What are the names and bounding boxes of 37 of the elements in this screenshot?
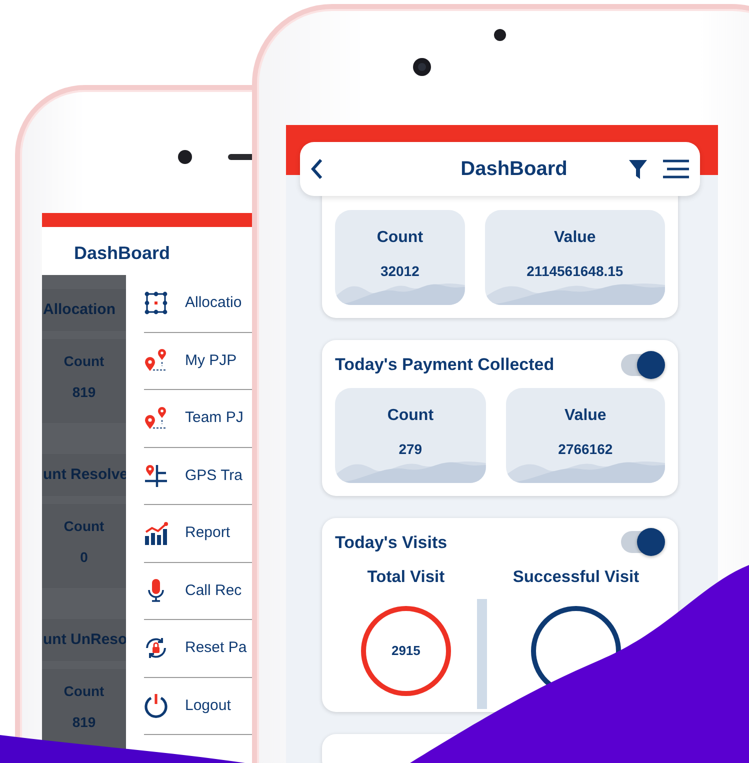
- card-title: unt Resolve: [42, 454, 126, 496]
- stat-label: Count: [387, 406, 434, 426]
- stat-label: Value: [564, 406, 606, 426]
- back-button[interactable]: [310, 158, 324, 180]
- stat-value: 819: [72, 383, 96, 402]
- stat-value: 2114561648.15: [526, 262, 624, 281]
- map-pin-icon: [144, 348, 168, 374]
- card-title: Today's Visits: [335, 532, 448, 554]
- stat-label: Count: [376, 228, 424, 248]
- stat-label: Count: [64, 682, 104, 701]
- map-pin-icon: [144, 406, 168, 431]
- screen-title: DashBoard: [460, 157, 568, 182]
- screen-title: DashBoard: [74, 242, 170, 265]
- grid-icon: [144, 290, 168, 316]
- filter-button[interactable]: [628, 158, 648, 180]
- camera-icon: [178, 150, 192, 164]
- card-title: Allocation: [42, 289, 126, 331]
- stat-value: 0: [80, 548, 88, 567]
- stat-value: 2766162: [558, 440, 613, 458]
- stat-value: 32012: [380, 262, 420, 281]
- stat-label: Count: [64, 352, 104, 371]
- stat-value: 819: [72, 713, 96, 732]
- stat-label: Value: [554, 228, 596, 248]
- visit-count: 2915: [391, 642, 420, 660]
- visit-label: Successful Visit: [512, 567, 640, 588]
- location-tracker-icon: [144, 463, 168, 488]
- camera-icon: [494, 29, 506, 41]
- power-icon: [144, 693, 168, 718]
- menu-button[interactable]: [662, 159, 690, 179]
- bar-chart-icon: [144, 520, 168, 546]
- visit-label: Total Visit: [367, 567, 445, 588]
- card-title: unt UnReso: [42, 619, 126, 661]
- reset-lock-icon: [144, 636, 168, 661]
- card-title: Today's Payment Collected: [335, 354, 554, 376]
- stat-value: 279: [398, 440, 422, 458]
- stat-label: Count: [64, 517, 104, 536]
- camera-lens-icon: [413, 58, 431, 76]
